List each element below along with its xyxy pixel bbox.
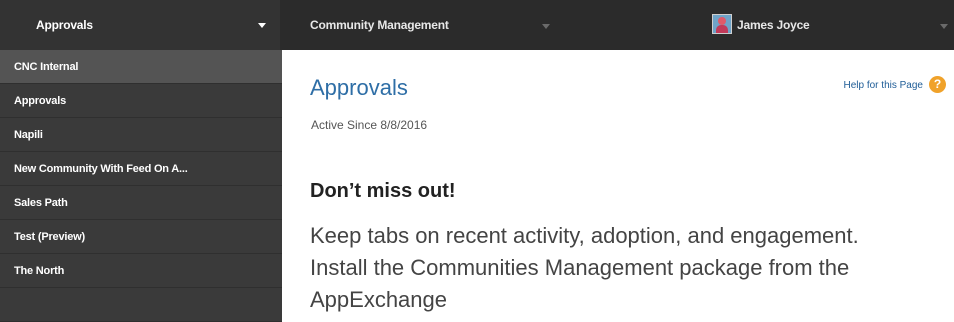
sidebar-item-label: CNC Internal — [14, 60, 79, 73]
avatar-body — [716, 25, 728, 33]
sidebar: CNC Internal Approvals Napili New Commun… — [0, 50, 282, 322]
user-name: James Joyce — [737, 18, 810, 32]
sidebar-item-approvals[interactable]: Approvals — [0, 84, 282, 118]
sidebar-item-more[interactable] — [0, 288, 282, 322]
page-title: Approvals — [310, 75, 408, 100]
sidebar-item-test-preview[interactable]: Test (Preview) — [0, 220, 282, 254]
community-menu[interactable]: Community Management — [282, 0, 654, 50]
sidebar-item-label: New Community With Feed On A... — [14, 162, 188, 175]
sidebar-item-label: Sales Path — [14, 196, 68, 209]
avatar-head — [718, 17, 726, 25]
community-menu-label: Community Management — [310, 18, 449, 32]
app-switcher-label: Approvals — [36, 18, 93, 32]
sidebar-item-label: Napili — [14, 128, 43, 141]
chevron-down-icon — [258, 23, 266, 28]
chevron-down-icon — [940, 24, 948, 29]
help-icon[interactable]: ? — [929, 76, 946, 93]
sidebar-item-cnc-internal[interactable]: CNC Internal — [0, 50, 282, 84]
top-bar: Approvals Community Management James Joy… — [0, 0, 954, 50]
promo-heading: Don’t miss out! — [310, 180, 456, 202]
help-link[interactable]: Help for this Page — [844, 80, 924, 91]
sidebar-item-label: The North — [14, 264, 65, 277]
sidebar-item-label: Test (Preview) — [14, 230, 85, 243]
user-menu[interactable]: James Joyce — [654, 0, 954, 50]
sidebar-item-sales-path[interactable]: Sales Path — [0, 186, 282, 220]
chevron-down-icon — [542, 24, 550, 29]
sidebar-item-label: Approvals — [14, 94, 66, 107]
sidebar-item-new-community[interactable]: New Community With Feed On A... — [0, 152, 282, 186]
sidebar-item-the-north[interactable]: The North — [0, 254, 282, 288]
active-since-text: Active Since 8/8/2016 — [311, 118, 428, 132]
app-switcher[interactable]: Approvals — [0, 0, 280, 50]
main-content: Approvals Active Since 8/8/2016 Help for… — [282, 50, 954, 322]
sidebar-item-napili[interactable]: Napili — [0, 118, 282, 152]
promo-body: Keep tabs on recent activity, adoption, … — [310, 223, 859, 312]
avatar — [712, 14, 732, 34]
